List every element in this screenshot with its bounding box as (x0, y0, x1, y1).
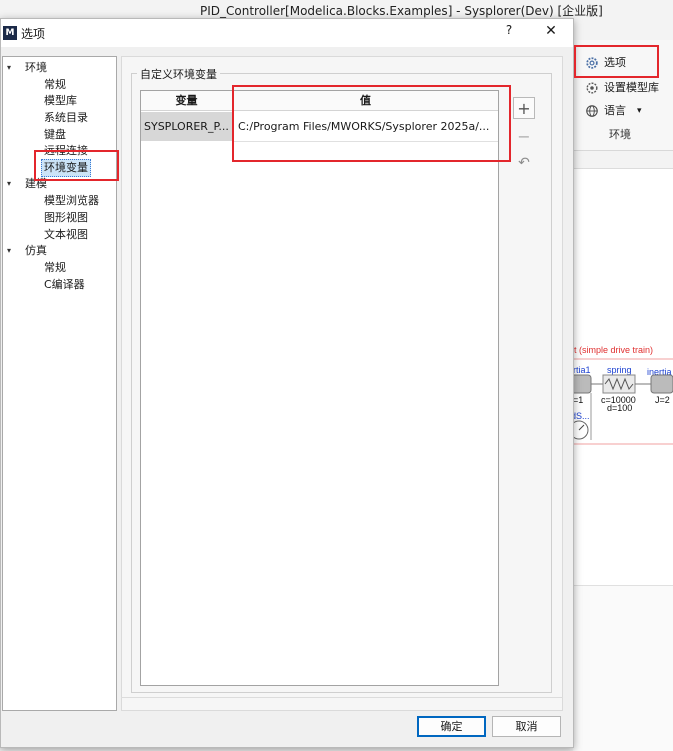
caret-down-icon[interactable]: ▾ (7, 176, 17, 192)
undo-button[interactable]: ↶ (513, 152, 535, 174)
ribbon-divider (573, 150, 673, 151)
tree-item-c-compiler[interactable]: C编译器 (44, 277, 85, 293)
tree-item-text-view[interactable]: 文本视图 (44, 227, 88, 243)
gear-icon (586, 57, 598, 69)
column-header-value[interactable]: 值 (233, 91, 498, 111)
ribbon-options-label: 选项 (604, 56, 626, 69)
table-cell-variable[interactable]: SYSPLORER_P... (141, 112, 233, 141)
diagram-label-inertia1: rtia1 (573, 365, 591, 375)
app-logo-icon: M (3, 26, 17, 40)
add-variable-button[interactable]: + (513, 97, 535, 119)
diagram-label-d: d=100 (607, 403, 632, 413)
chevron-down-icon: ▾ (637, 106, 642, 116)
group-title: 自定义环境变量 (137, 66, 220, 82)
tree-item-model-browser[interactable]: 模型浏览器 (44, 193, 99, 209)
env-variables-table[interactable]: 变量 值 SYSPLORER_P... C:/Program Files/MWO… (140, 90, 499, 686)
ribbon-options-button[interactable]: 选项 (585, 53, 626, 73)
tree-item-environment[interactable]: 环境 (25, 60, 47, 76)
library-icon (586, 82, 598, 94)
diagram-label-spring: spring (607, 365, 632, 375)
caret-down-icon[interactable]: ▾ (7, 243, 17, 259)
ribbon-language-label: 语言 (604, 104, 626, 117)
undo-icon: ↶ (518, 155, 530, 171)
tree-item-sim-general[interactable]: 常规 (44, 260, 66, 276)
plus-icon: + (517, 98, 531, 118)
tree-item-graphic-view[interactable]: 图形视图 (44, 210, 88, 226)
ribbon-environment-group: 选项 设置模型库 语言 ▾ 环境 (573, 40, 673, 150)
remove-variable-button[interactable]: − (513, 125, 535, 147)
tree-item-keyboard[interactable]: 键盘 (44, 127, 66, 143)
diagram-label-j1: =1 (573, 395, 583, 405)
diagram-title: nt (simple drive train) (573, 345, 653, 355)
tree-item-environment-variables[interactable]: 环境变量 (41, 159, 91, 177)
globe-icon (586, 105, 598, 117)
ribbon-language-button[interactable]: 语言 ▾ (585, 101, 642, 121)
ribbon-set-library-label: 设置模型库 (604, 81, 659, 94)
diagram-canvas[interactable]: nt (simple drive train) rtia1 spring ine… (568, 185, 673, 585)
minus-icon: − (517, 126, 531, 146)
table-cell-value[interactable]: C:/Program Files/MWORKS/Sysplorer 2025a/… (233, 112, 498, 141)
tree-item-modeling[interactable]: 建模 (25, 176, 47, 192)
dialog-titlebar[interactable]: M 选项 ? ✕ (1, 19, 573, 47)
cancel-button[interactable]: 取消 (492, 716, 561, 737)
diagram-label-speed: dS... (573, 411, 590, 421)
tree-item-remote-connection[interactable]: 远程连接 (44, 143, 88, 159)
app-title: PID_Controller[Modelica.Blocks.Examples]… (200, 4, 603, 18)
speed-sensor-block (569, 420, 589, 440)
tree-item-system-directory[interactable]: 系统目录 (44, 110, 88, 126)
row-divider (233, 141, 498, 142)
canvas-tab-strip (573, 168, 673, 186)
dialog-button-divider (121, 697, 563, 698)
inertia1-block (568, 374, 592, 394)
tree-item-env-general[interactable]: 常规 (44, 77, 66, 93)
dialog-title: 选项 (21, 27, 46, 41)
tree-item-model-library[interactable]: 模型库 (44, 93, 77, 109)
inertia2-block (650, 374, 673, 394)
diagram-label-j2: J=2 (655, 395, 670, 405)
ribbon-set-library-button[interactable]: 设置模型库 (585, 78, 659, 98)
help-button[interactable]: ? (501, 23, 517, 41)
diagram-drawing: nt (simple drive train) rtia1 spring ine… (568, 345, 673, 445)
ok-button[interactable]: 确定 (417, 716, 486, 737)
close-button[interactable]: ✕ (543, 23, 559, 41)
options-category-tree[interactable]: ▾ 环境 常规 模型库 系统目录 键盘 远程连接 环境变量 ▾ 建模 模型浏览器… (2, 56, 117, 711)
tree-item-simulation[interactable]: 仿真 (25, 243, 47, 259)
bottom-panel (573, 585, 673, 751)
ribbon-group-label: 环境 (609, 128, 631, 141)
column-header-variable[interactable]: 变量 (141, 91, 233, 111)
caret-down-icon[interactable]: ▾ (7, 60, 17, 76)
